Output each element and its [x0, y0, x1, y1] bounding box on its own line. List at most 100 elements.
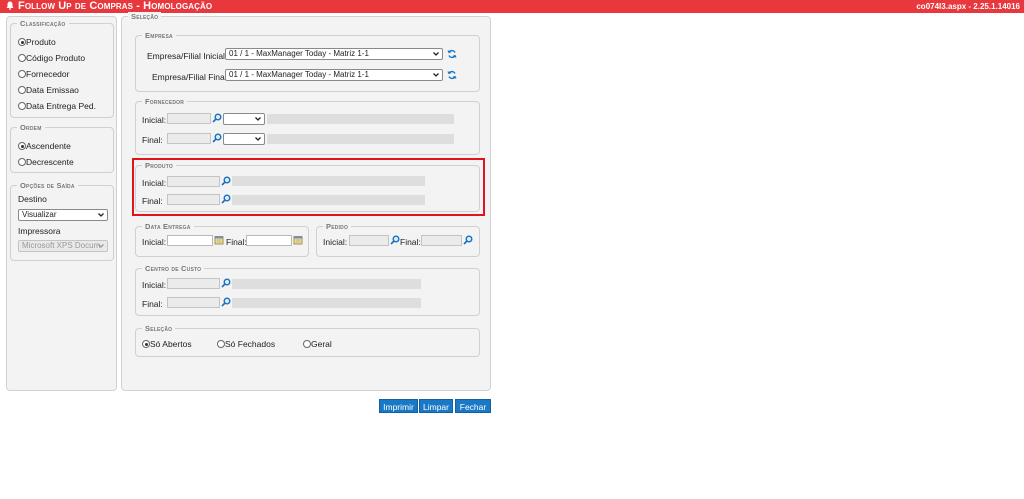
radio-produto[interactable]: Produto: [18, 37, 56, 47]
impressora-select[interactable]: Microsoft XPS Docum: [18, 240, 108, 252]
empresa-final-select[interactable]: 01 / 1 - MaxManager Today - Matriz 1-1: [225, 69, 443, 81]
search-icon[interactable]: [212, 113, 222, 123]
radio-ascendente[interactable]: Ascendente: [18, 141, 71, 151]
search-icon[interactable]: [221, 278, 231, 288]
search-icon[interactable]: [212, 133, 222, 143]
fornecedor-group: Fornecedor: [135, 97, 480, 155]
radio-so-abertos[interactable]: Só Abertos: [142, 339, 192, 349]
fornecedor-final-label: Final:: [142, 135, 163, 145]
chevron-down-icon: [433, 73, 439, 77]
radio-label: Data Emissao: [26, 85, 79, 95]
pedido-final-label: Final:: [400, 237, 421, 247]
search-icon[interactable]: [221, 297, 231, 307]
radio-label: Produto: [26, 37, 56, 47]
window-title-text: Follow Up de Compras - Homologação: [18, 0, 213, 12]
data-entrega-inicial-input[interactable]: [167, 235, 213, 246]
page-version: co074l3.aspx - 2.25.1.14016: [916, 2, 1020, 11]
radio-data-entrega-ped[interactable]: Data Entrega Ped.: [18, 101, 96, 111]
radio-icon[interactable]: [303, 340, 311, 348]
window-title: Follow Up de Compras - Homologação: [6, 0, 212, 13]
empresa-inicial-select[interactable]: 01 / 1 - MaxManager Today - Matriz 1-1: [225, 48, 443, 60]
pedido-final-input[interactable]: [421, 235, 462, 246]
classificacao-legend: Classificação: [17, 19, 69, 28]
centro-custo-final-input[interactable]: [167, 297, 220, 308]
centro-custo-final-label: Final:: [142, 299, 163, 309]
fechar-button[interactable]: Fechar: [455, 399, 491, 413]
empresa-inicial-value: 01 / 1 - MaxManager Today - Matriz 1-1: [229, 49, 369, 58]
selecao-main-legend: Seleção: [128, 12, 162, 21]
centro-custo-legend: Centro de Custo: [142, 264, 205, 273]
imprimir-button[interactable]: Imprimir: [379, 399, 418, 413]
radio-icon[interactable]: [18, 54, 26, 62]
impressora-value: Microsoft XPS Docum: [22, 241, 101, 250]
chevron-down-icon: [255, 117, 261, 121]
radio-label: Só Fechados: [225, 339, 276, 349]
saida-group: Opções de Saída Destino Visualizar Impre…: [10, 181, 114, 261]
centro-custo-inicial-input[interactable]: [167, 278, 220, 289]
radio-icon[interactable]: [18, 142, 26, 150]
empresa-inicial-label: Empresa/Filial Inicial:: [147, 51, 228, 61]
radio-label: Ascendente: [26, 141, 71, 151]
radio-decrescente[interactable]: Decrescente: [18, 157, 74, 167]
data-entrega-final-label: Final:: [226, 237, 247, 247]
radio-label: Só Abertos: [150, 339, 192, 349]
pedido-inicial-input[interactable]: [349, 235, 389, 246]
radio-label: Geral: [311, 339, 332, 349]
centro-custo-inicial-description: [232, 279, 421, 289]
empresa-legend: Empresa: [142, 31, 176, 40]
chevron-down-icon: [255, 137, 261, 141]
refresh-icon[interactable]: [447, 49, 457, 59]
chevron-down-icon: [433, 52, 439, 56]
radio-label: Data Entrega Ped.: [26, 101, 96, 111]
ordem-group: Ordem Ascendente Decrescente: [10, 123, 114, 173]
fornecedor-legend: Fornecedor: [142, 97, 188, 106]
search-icon[interactable]: [463, 235, 473, 245]
data-entrega-final-input[interactable]: [246, 235, 292, 246]
fornecedor-inicial-description: [267, 114, 454, 124]
radio-icon[interactable]: [18, 102, 26, 110]
fornecedor-final-input[interactable]: [167, 133, 211, 144]
limpar-button[interactable]: Limpar: [419, 399, 453, 413]
radio-label: Código Produto: [26, 53, 86, 63]
radio-label: Decrescente: [26, 157, 74, 167]
data-entrega-inicial-label: Inicial:: [142, 237, 167, 247]
radio-data-emissao[interactable]: Data Emissao: [18, 85, 79, 95]
destino-value: Visualizar: [22, 210, 57, 219]
left-panel: Classificação Produto Código Produto For…: [6, 16, 117, 391]
radio-codigo-produto[interactable]: Código Produto: [18, 53, 85, 63]
refresh-icon[interactable]: [447, 70, 457, 80]
search-icon[interactable]: [390, 235, 400, 245]
radio-label: Fornecedor: [26, 69, 70, 79]
centro-custo-inicial-label: Inicial:: [142, 280, 167, 290]
bell-icon: [6, 1, 14, 10]
selecao-status-legend: Seleção: [142, 324, 176, 333]
classificacao-group: Classificação Produto Código Produto For…: [10, 19, 114, 118]
impressora-label: Impressora: [18, 226, 61, 236]
radio-icon[interactable]: [217, 340, 225, 348]
empresa-final-value: 01 / 1 - MaxManager Today - Matriz 1-1: [229, 70, 369, 79]
fornecedor-inicial-select[interactable]: [223, 113, 265, 125]
fornecedor-inicial-input[interactable]: [167, 113, 211, 124]
produto-highlight-box: [132, 158, 485, 216]
radio-so-fechados[interactable]: Só Fechados: [217, 339, 275, 349]
ordem-legend: Ordem: [17, 123, 45, 132]
radio-fornecedor[interactable]: Fornecedor: [18, 69, 69, 79]
data-entrega-legend: Data Entrega: [142, 222, 194, 231]
empresa-final-label: Empresa/Filial Final:: [152, 72, 229, 82]
fornecedor-final-description: [267, 134, 454, 144]
pedido-legend: Pedido: [323, 222, 352, 231]
radio-icon[interactable]: [18, 38, 26, 46]
fornecedor-final-select[interactable]: [223, 133, 265, 145]
radio-geral[interactable]: Geral: [303, 339, 332, 349]
radio-icon[interactable]: [18, 158, 26, 166]
radio-icon[interactable]: [18, 70, 26, 78]
fornecedor-inicial-label: Inicial:: [142, 115, 167, 125]
calendar-icon[interactable]: [214, 235, 224, 245]
destino-select[interactable]: Visualizar: [18, 209, 108, 221]
destino-label: Destino: [18, 194, 47, 204]
centro-custo-final-description: [232, 298, 421, 308]
radio-icon[interactable]: [142, 340, 150, 348]
centro-custo-group: Centro de Custo: [135, 264, 480, 316]
calendar-icon[interactable]: [293, 235, 303, 245]
radio-icon[interactable]: [18, 86, 26, 94]
